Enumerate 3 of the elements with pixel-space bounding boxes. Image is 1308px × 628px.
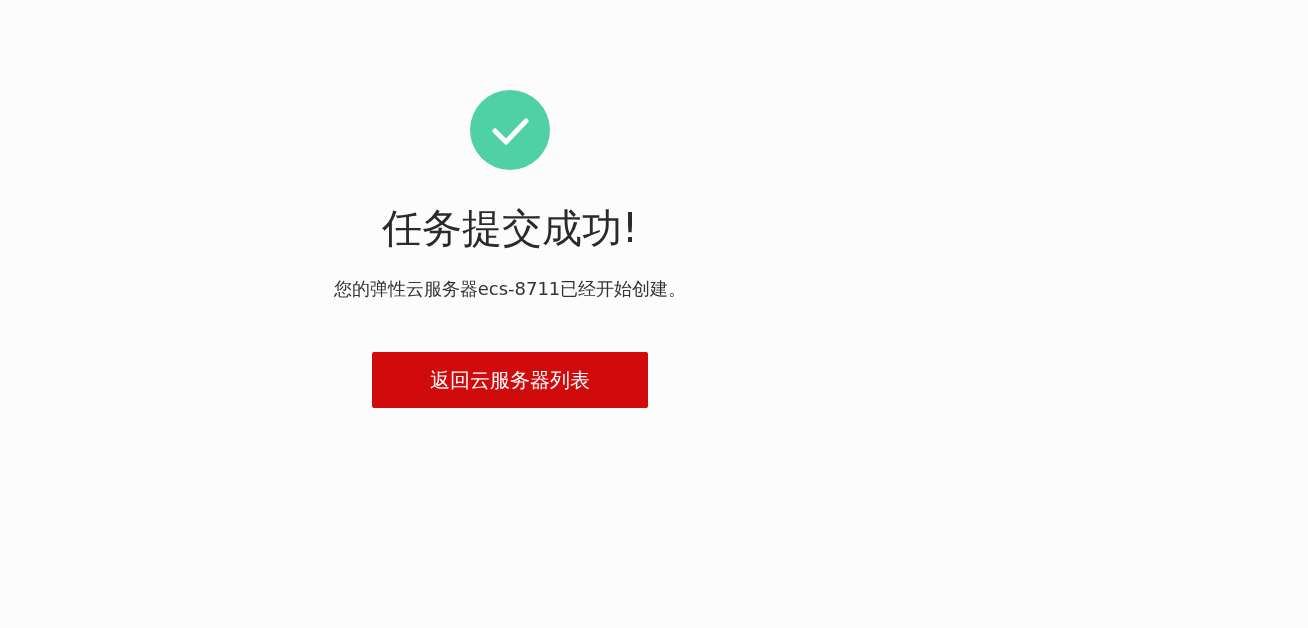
success-title: 任务提交成功! bbox=[381, 204, 638, 253]
success-message: 您的弹性云服务器ecs-8711已经开始创建。 bbox=[333, 277, 687, 301]
back-to-list-button[interactable]: 返回云服务器列表 bbox=[372, 352, 648, 408]
